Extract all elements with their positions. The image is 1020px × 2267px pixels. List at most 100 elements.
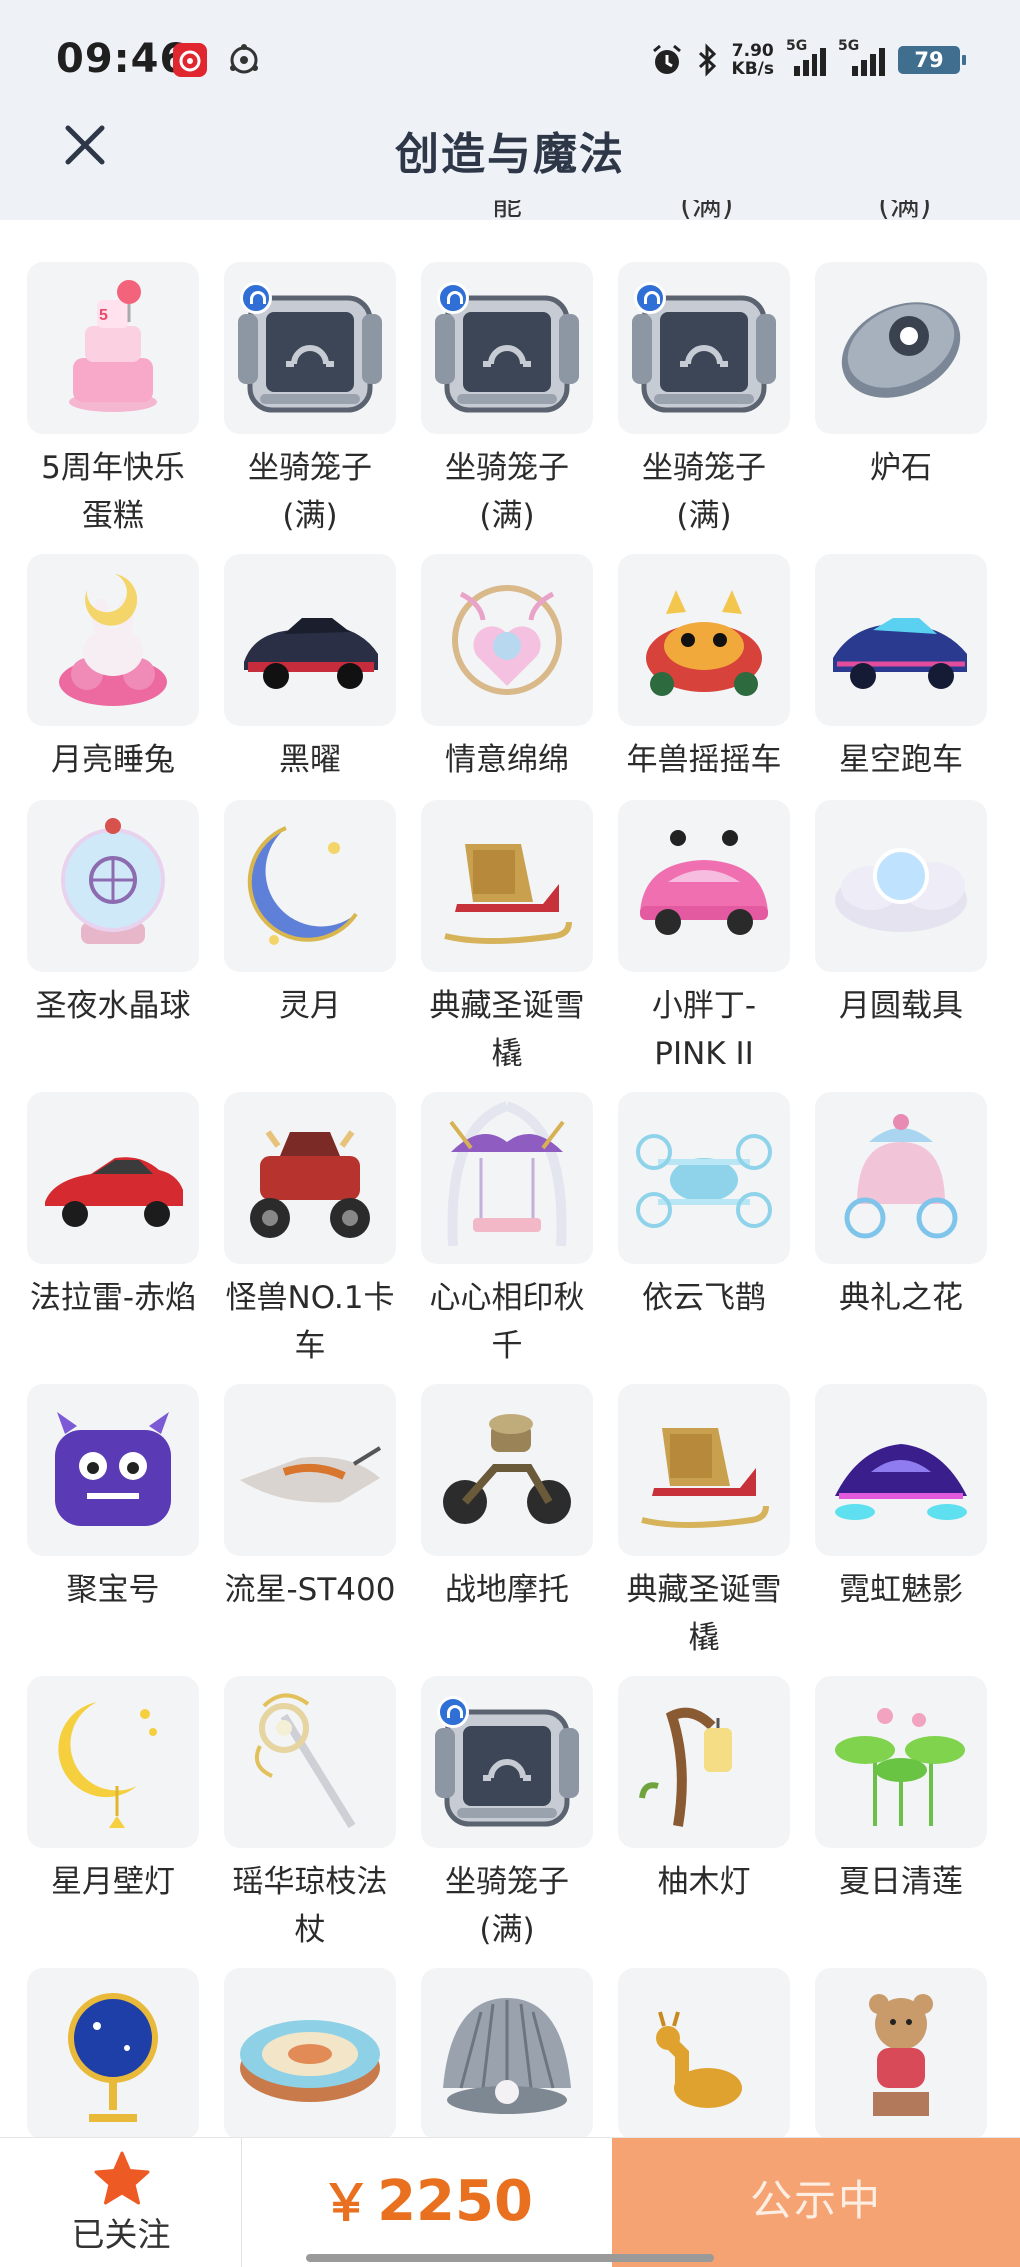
item-name: 坐骑笼子(满) (642, 450, 766, 534)
item-card[interactable]: 星空跑车 (815, 554, 987, 784)
star-icon (94, 2151, 150, 2205)
item-card[interactable] (618, 1968, 790, 2140)
moon-lamp-icon (58, 1702, 157, 1828)
item-card[interactable] (421, 1968, 593, 2140)
neon-car-icon (835, 1444, 967, 1520)
item-card[interactable]: 流星-ST400 (224, 1384, 396, 1614)
jet-bike-icon (240, 1446, 382, 1503)
item-thumbnail (27, 554, 199, 726)
moon-cloud-icon (835, 848, 967, 932)
item-card[interactable]: 怪兽NO.1卡车 (224, 1092, 396, 1370)
follow-button[interactable]: 已关注 (0, 2138, 242, 2267)
item-thumbnail (815, 1092, 987, 1264)
item-card[interactable]: 情意绵绵 (421, 554, 593, 784)
item-thumbnail (27, 1968, 199, 2140)
item-thumbnail (27, 1384, 199, 1556)
lock-badge-icon (634, 282, 666, 314)
status-time: 09:46 (56, 36, 189, 82)
status-bar: 09:46 7.90 KB/s 5G 5G 79 (0, 0, 1020, 120)
item-card[interactable]: 柚木灯 (618, 1676, 790, 1906)
lotus-icon (835, 1708, 965, 1826)
svg-text:5: 5 (99, 307, 108, 324)
item-name: 炉石 (870, 450, 932, 486)
item-card[interactable]: 坐骑笼子(满) (421, 262, 593, 540)
item-thumbnail (618, 554, 790, 726)
page-title: 创造与魔法 (395, 129, 625, 180)
teddy-icon (869, 1994, 933, 2116)
item-name: 黑曜 (279, 742, 341, 778)
partial-item-label: (满) (680, 200, 734, 223)
item-thumbnail (815, 554, 987, 726)
item-card[interactable]: 坐骑笼子(满) (421, 1676, 593, 1954)
item-card[interactable]: 夏日清莲 (815, 1676, 987, 1906)
item-card[interactable]: 坐骑笼子(满) (618, 262, 790, 540)
item-card[interactable] (224, 1968, 396, 2140)
item-card[interactable]: 坐骑笼子(满) (224, 262, 396, 540)
item-card[interactable]: 典礼之花 (815, 1092, 987, 1322)
beast-car-icon (646, 590, 762, 696)
item-card[interactable]: 法拉雷-赤焰 (27, 1092, 199, 1322)
item-name: 霓虹魅影 (839, 1572, 963, 1608)
item-card[interactable]: 年兽摇摇车 (618, 554, 790, 784)
price-value: 2250 (377, 2169, 533, 2234)
netease-music-icon (173, 43, 207, 77)
item-card[interactable]: 聚宝号 (27, 1384, 199, 1614)
public-notice-button[interactable]: 公示中 (612, 2138, 1020, 2267)
item-name: 瑶华琼枝法杖 (232, 1864, 388, 1948)
motorbike-icon (443, 1414, 571, 1524)
item-card[interactable]: 炉石 (815, 262, 987, 492)
item-name: 年兽摇摇车 (626, 742, 782, 778)
item-name: 星空跑车 (839, 742, 963, 778)
item-name: 怪兽NO.1卡车 (225, 1280, 395, 1364)
item-card[interactable]: 灵月 (224, 800, 396, 1030)
item-thumbnail (421, 1676, 593, 1848)
item-card[interactable]: 圣夜水晶球 (27, 800, 199, 1030)
item-thumbnail (815, 1968, 987, 2140)
partial-item-label: 能 (492, 200, 522, 223)
item-card[interactable]: 5 5周年快乐蛋糕 (27, 262, 199, 540)
item-card[interactable]: 典藏圣诞雪橇 (618, 1384, 790, 1662)
item-card[interactable]: 小胖丁-PINK II (618, 800, 790, 1078)
item-card[interactable]: 心心相印秋千 (421, 1092, 593, 1370)
item-thumbnail (421, 262, 593, 434)
lock-badge-icon (437, 1696, 469, 1728)
item-card[interactable]: 典藏圣诞雪橇 (421, 800, 593, 1078)
follow-label: 已关注 (71, 2215, 171, 2254)
item-name: 月圆载具 (839, 988, 963, 1024)
item-card[interactable]: 依云飞鹊 (618, 1092, 790, 1322)
item-name: 情意绵绵 (445, 742, 569, 778)
item-thumbnail (224, 554, 396, 726)
item-card[interactable]: 战地摩托 (421, 1384, 593, 1614)
item-card[interactable]: 霓虹魅影 (815, 1384, 987, 1614)
item-card[interactable]: 瑶华琼枝法杖 (224, 1676, 396, 1954)
bluetooth-icon (698, 43, 716, 77)
item-name: 战地摩托 (445, 1572, 569, 1608)
home-indicator (306, 2254, 714, 2262)
item-thumbnail (815, 262, 987, 434)
item-name: 坐骑笼子(满) (445, 450, 569, 534)
crescent-moon-icon (247, 826, 358, 945)
item-card[interactable]: 月圆载具 (815, 800, 987, 1030)
item-card[interactable]: 星月壁灯 (27, 1676, 199, 1906)
lock-badge-icon (240, 282, 272, 314)
item-card[interactable]: 黑曜 (224, 554, 396, 784)
item-thumbnail (27, 1676, 199, 1848)
item-card[interactable]: 月亮睡兔 (27, 554, 199, 784)
pink-beetle-icon (640, 830, 768, 935)
item-name: 典藏圣诞雪橇 (626, 1572, 782, 1656)
purple-monster-icon (55, 1412, 171, 1526)
alarm-icon (652, 44, 681, 74)
item-card[interactable] (815, 1968, 987, 2140)
item-name: 圣夜水晶球 (35, 988, 191, 1024)
dark-car-icon (244, 618, 378, 689)
item-card[interactable] (27, 1968, 199, 2140)
partial-previous-row: 能 (满) (满) (0, 200, 1020, 224)
item-thumbnail (618, 262, 790, 434)
item-name: 流星-ST400 (224, 1572, 396, 1608)
globe-icon (68, 1993, 158, 2122)
item-name: 典藏圣诞雪橇 (429, 988, 585, 1072)
signal-icon-sim1: 5G (786, 38, 826, 76)
item-thumbnail (27, 1092, 199, 1264)
item-name: 依云飞鹊 (642, 1280, 766, 1316)
item-name: 夏日清莲 (839, 1864, 963, 1900)
